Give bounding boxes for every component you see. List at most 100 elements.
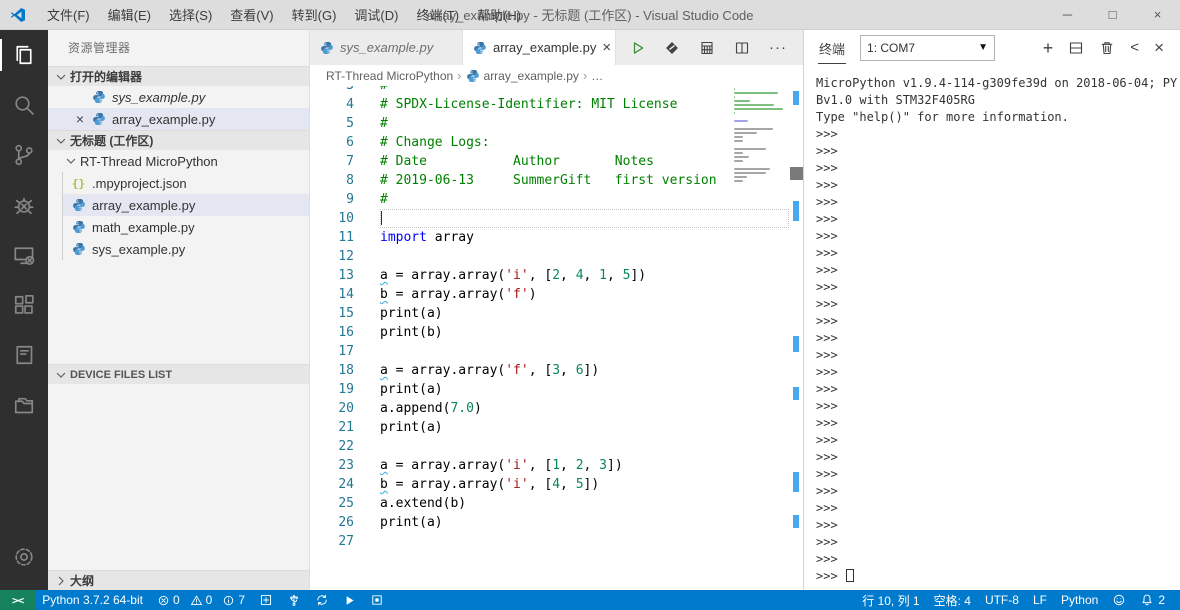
tree-item-label: math_example.py: [92, 219, 195, 235]
sidebar-title: 资源管理器: [68, 41, 131, 55]
minimap[interactable]: [734, 88, 789, 188]
menu-item-3[interactable]: 查看(V): [221, 0, 282, 29]
more-actions-button[interactable]: ···: [769, 39, 787, 56]
line-number: 7: [346, 154, 354, 169]
download-to-device-button[interactable]: [664, 40, 680, 56]
tree-item-label: array_example.py: [112, 111, 216, 127]
usb-connect-button[interactable]: [280, 590, 308, 610]
activity-explorer[interactable]: [0, 30, 48, 80]
breadcrumb-separator-icon: ›: [457, 68, 462, 83]
menu-item-2[interactable]: 选择(S): [160, 0, 221, 29]
statusbar-cursor-position[interactable]: 行 10, 列 1: [855, 590, 926, 610]
terminal-prompt: >>>: [816, 178, 838, 192]
tree-item-math-example-py[interactable]: math_example.py: [63, 216, 309, 238]
menu-item-6[interactable]: 终端(T): [407, 0, 468, 29]
memory-board-button[interactable]: [699, 40, 715, 56]
run-device-button[interactable]: [336, 590, 363, 610]
python-file-icon: [466, 69, 480, 83]
breadcrumb-item[interactable]: …: [591, 69, 603, 83]
terminal-prompt: >>>: [816, 399, 838, 413]
tree-folder-rt-thread-micropython[interactable]: RT-Thread MicroPython: [48, 150, 309, 172]
split-editor-button[interactable]: [734, 40, 750, 56]
close-tab-icon[interactable]: ×: [602, 39, 611, 56]
activity-source-control[interactable]: [0, 130, 48, 180]
statusbar-language-mode[interactable]: Python: [1054, 590, 1105, 610]
section-outline[interactable]: 大纲: [48, 570, 309, 590]
breadcrumb-item[interactable]: RT-Thread MicroPython: [326, 69, 453, 83]
terminal-prompt: >>>: [816, 450, 838, 464]
tab-array_example.py[interactable]: array_example.py ×: [463, 30, 616, 65]
tree-item--mpyproject-json[interactable]: {} .mpyproject.json: [63, 172, 309, 194]
menu-item-0[interactable]: 文件(F): [38, 0, 99, 29]
code-line-5: 5 #: [310, 114, 803, 133]
ruler-info-mark: [793, 201, 799, 221]
statusbar-encoding[interactable]: UTF-8: [978, 590, 1026, 610]
chevron-down-icon: [54, 70, 68, 84]
activity-project[interactable]: [0, 330, 48, 380]
tree-item-sys-example-py[interactable]: sys_example.py: [63, 238, 309, 260]
activity-search[interactable]: [0, 80, 48, 130]
editor-scrollbar-thumb[interactable]: [790, 167, 803, 180]
python-interpreter[interactable]: Python 3.7.2 64-bit: [35, 590, 150, 610]
close-panel-button[interactable]: ×: [1154, 39, 1164, 56]
problems-indicator[interactable]: 007: [150, 590, 252, 610]
json-file-icon: {}: [71, 176, 86, 190]
activity-extensions[interactable]: [0, 280, 48, 330]
code-line-15: 15 print(a): [310, 304, 803, 323]
code-line-13: 13 a = array.array('i', [2, 4, 1, 5]): [310, 266, 803, 285]
remote-indicator[interactable]: ><: [0, 590, 36, 610]
code-editor[interactable]: 3 # 4 # SPDX-License-Identifier: MIT Lic…: [310, 86, 803, 590]
sync-device-button[interactable]: [308, 590, 336, 610]
section-open-editors[interactable]: 打开的编辑器: [48, 66, 309, 86]
menu-item-5[interactable]: 调试(D): [345, 0, 407, 29]
statusbar-notifications[interactable]: 2: [1133, 590, 1172, 610]
flash-board-button[interactable]: [252, 590, 280, 610]
close-button[interactable]: ×: [1135, 0, 1180, 29]
kill-terminal-button[interactable]: [1099, 40, 1115, 56]
maximize-button[interactable]: □: [1090, 0, 1135, 29]
new-terminal-button[interactable]: +: [1043, 39, 1054, 57]
statusbar-eol[interactable]: LF: [1026, 590, 1054, 610]
line-number: 10: [338, 211, 354, 226]
run-file-button[interactable]: [631, 41, 645, 55]
line-number: 8: [346, 173, 354, 188]
terminal-prompt: >>>: [816, 518, 838, 532]
menu-item-1[interactable]: 编辑(E): [99, 0, 160, 29]
tree-item-sys-example-py[interactable]: sys_example.py: [48, 86, 309, 108]
activity-remote-device[interactable]: [0, 230, 48, 280]
ruler-info-mark: [793, 515, 799, 528]
code-line-6: 6 # Change Logs:: [310, 133, 803, 152]
statusbar-feedback[interactable]: [1105, 590, 1133, 610]
activity-debug[interactable]: [0, 180, 48, 230]
code-line-11: 11 import array: [310, 228, 803, 247]
code-line-9: 9 #: [310, 190, 803, 209]
menu-item-4[interactable]: 转到(G): [283, 0, 346, 29]
activity-bar: [0, 30, 48, 590]
line-number: 19: [338, 382, 354, 397]
close-editor-icon[interactable]: ×: [70, 111, 90, 127]
tree-item-array-example-py[interactable]: array_example.py: [63, 194, 309, 216]
tree-item-array-example-py[interactable]: × array_example.py: [48, 108, 309, 130]
split-terminal-button[interactable]: [1068, 40, 1084, 56]
terminal-output[interactable]: MicroPython v1.9.4-114-g309fe39d on 2018…: [804, 65, 1180, 590]
section-device-files-list[interactable]: DEVICE FILES LIST: [48, 364, 309, 384]
stop-device-button[interactable]: [363, 590, 391, 610]
overview-ruler[interactable]: [790, 86, 803, 590]
breadcrumb-item[interactable]: array_example.py: [466, 69, 579, 83]
tab-bar: sys_example.py array_example.py × ···: [310, 30, 803, 65]
terminal-select[interactable]: 1: COM7 ▼: [860, 34, 996, 61]
menu-item-7[interactable]: 帮助(H): [468, 0, 530, 29]
section-workspace[interactable]: 无标题 (工作区): [48, 130, 309, 150]
line-number: 15: [338, 306, 354, 321]
statusbar-indentation[interactable]: 空格: 4: [927, 590, 978, 610]
activity-settings[interactable]: [0, 532, 48, 582]
tab-terminal[interactable]: 终端: [818, 32, 847, 64]
ruler-info-mark: [793, 472, 799, 492]
minimize-button[interactable]: ─: [1045, 0, 1090, 29]
tree-item-label: sys_example.py: [92, 241, 186, 257]
errors-icon: [157, 594, 170, 607]
tab-sys_example.py[interactable]: sys_example.py: [310, 30, 463, 65]
move-panel-button[interactable]: <: [1130, 40, 1139, 55]
code-line-14: 14 b = array.array('f'): [310, 285, 803, 304]
activity-device-files[interactable]: [0, 380, 48, 430]
